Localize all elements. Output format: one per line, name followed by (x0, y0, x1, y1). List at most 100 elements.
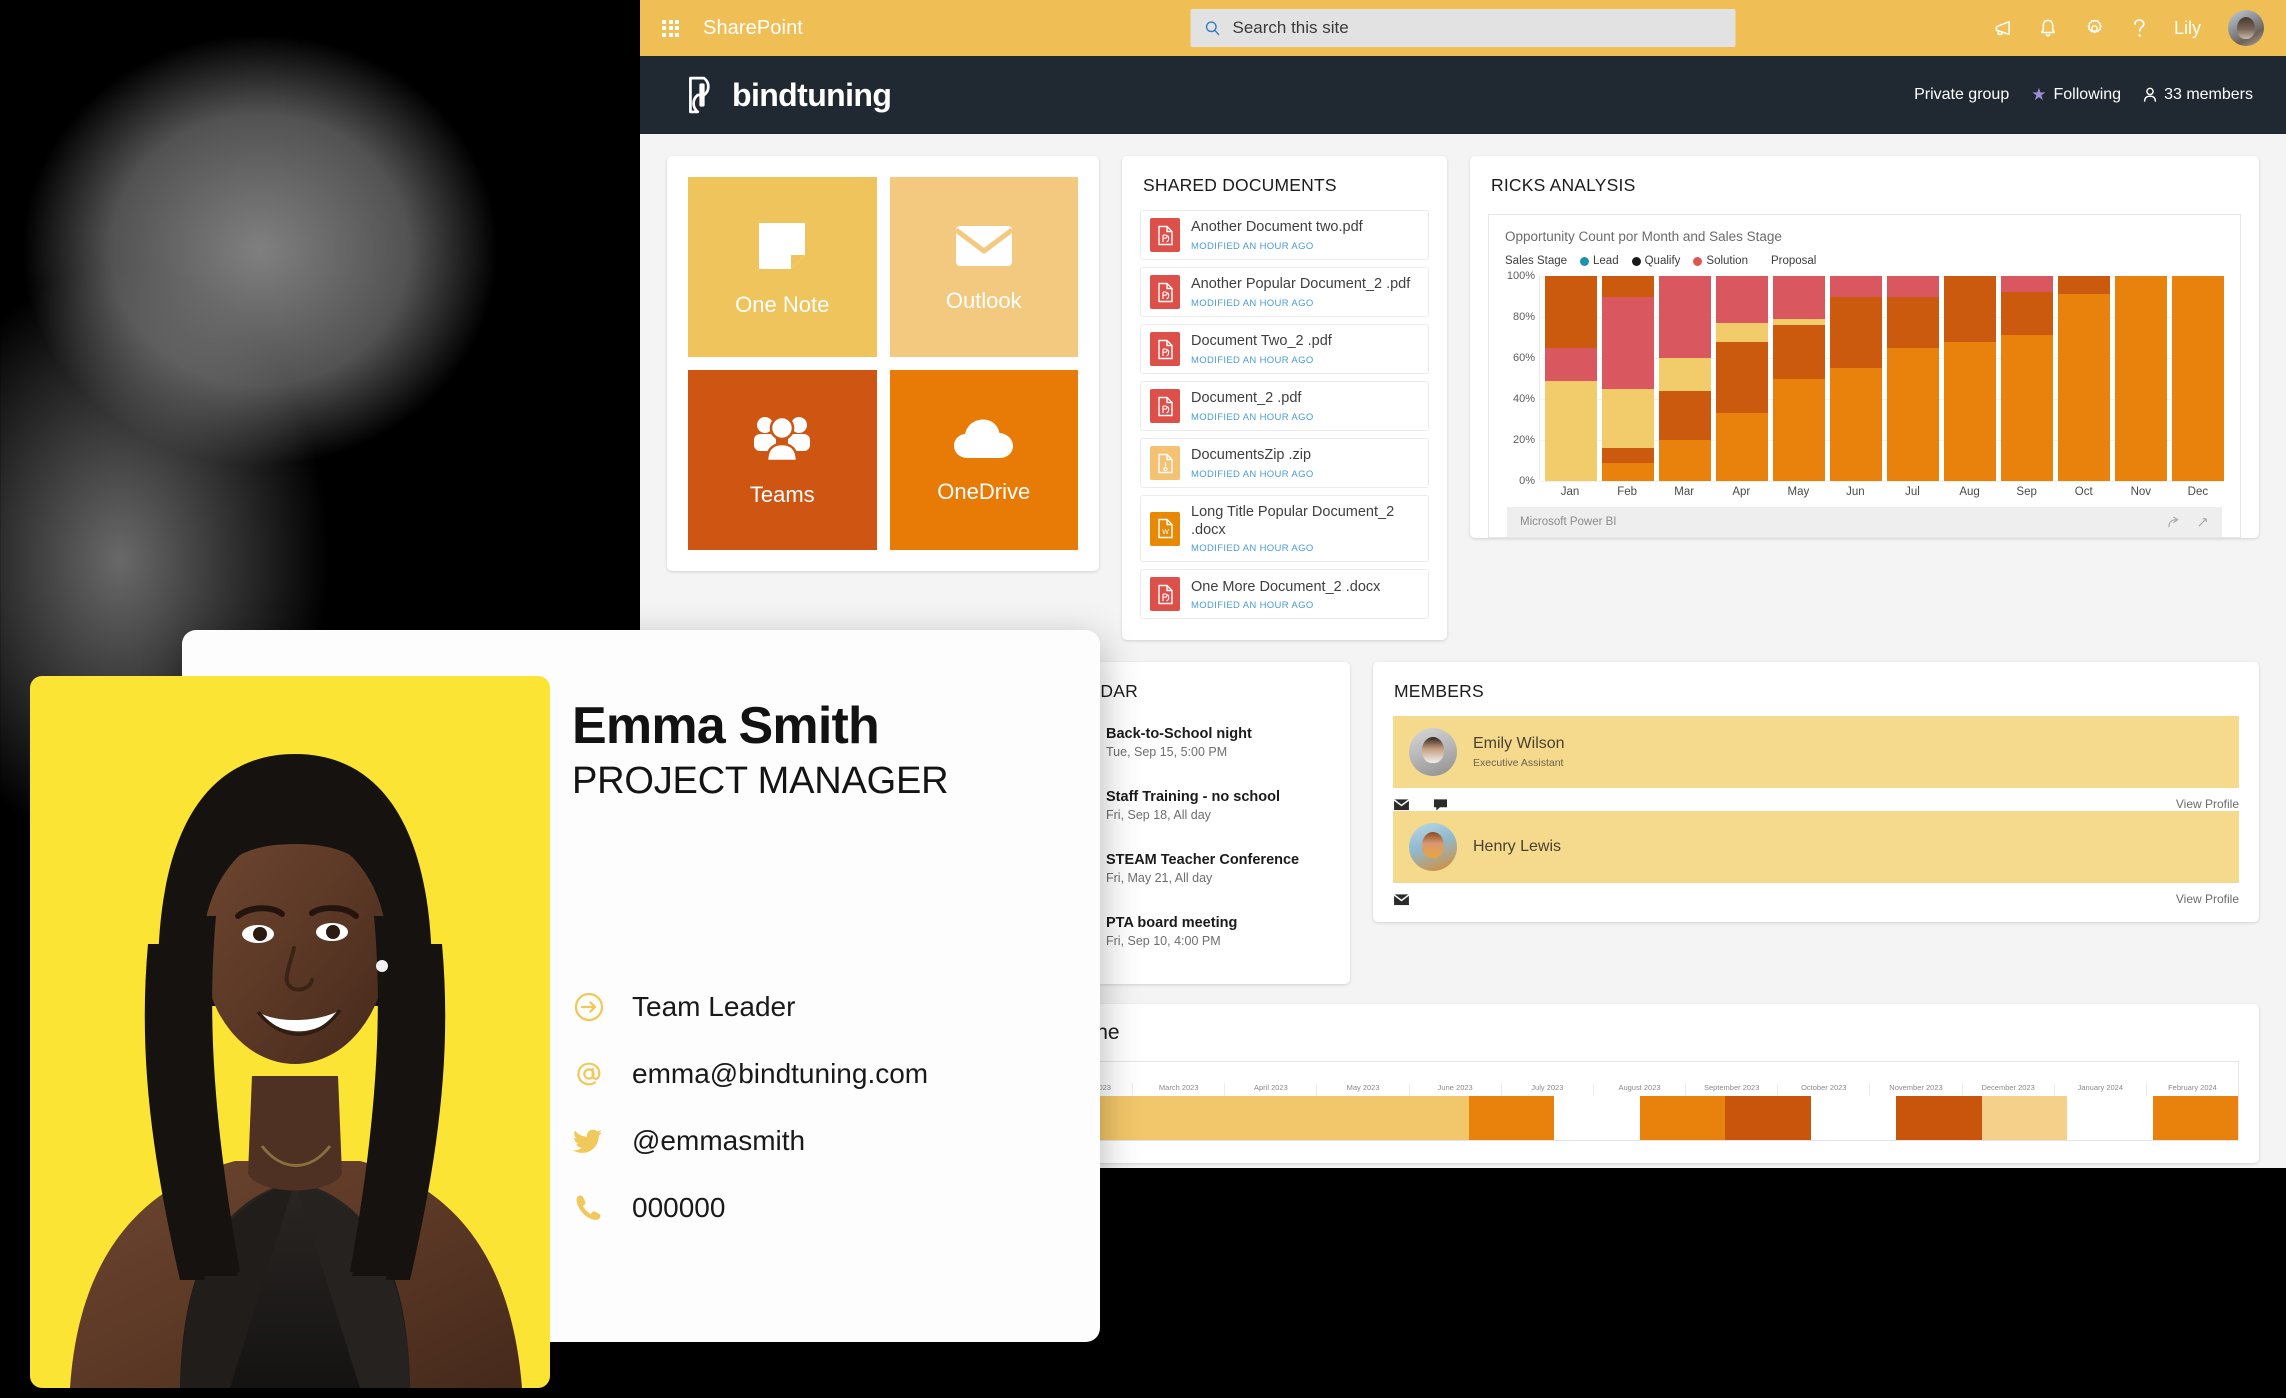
document-row[interactable]: Document_2 .pdf MODIFIED AN HOUR AGO (1140, 381, 1429, 431)
privacy-text: Private group (1914, 86, 2010, 103)
calendar-event-datetime: Fri, Sep 18, All day (1106, 807, 1211, 822)
document-row[interactable]: Another Popular Document_2 .pdf MODIFIED … (1140, 267, 1429, 317)
x-tick-label: Dec (2187, 486, 2209, 498)
chart-bar[interactable] (2115, 276, 2167, 481)
ricks-analysis-panel: RICKS ANALYSIS Opportunity Count por Mon… (1470, 156, 2259, 538)
document-row[interactable]: Document Two_2 .pdf MODIFIED AN HOUR AGO (1140, 324, 1429, 374)
legend-label: Solution (1706, 255, 1748, 267)
user-name-label[interactable]: Lily (2174, 18, 2201, 39)
y-tick-label: 40% (1512, 393, 1535, 405)
avatar[interactable] (2228, 10, 2264, 46)
chart-bar-segment (1659, 440, 1711, 481)
member-card[interactable]: Emily Wilson Executive Assistant (1393, 716, 2239, 789)
brand-logo[interactable]: bindtuning (684, 75, 892, 115)
document-row[interactable]: One More Document_2 .docx MODIFIED AN HOU… (1140, 569, 1429, 620)
chart-bar-segment (2115, 276, 2167, 481)
legend-label: Lead (1593, 255, 1619, 267)
following-button[interactable]: ★ Following (2031, 85, 2121, 105)
timeline-bar-segment (2152, 1096, 2238, 1141)
document-row[interactable]: DocumentsZip .zip MODIFIED AN HOUR AGO (1140, 438, 1429, 488)
timeline-bar-segment (1725, 1096, 1811, 1141)
chart-bar[interactable] (1944, 276, 1996, 481)
chart-bar-segment (2001, 276, 2053, 293)
chart-bar[interactable] (2058, 276, 2110, 481)
legend-item[interactable]: Lead (1580, 255, 1619, 267)
chart-bar[interactable] (1659, 276, 1711, 481)
chart-bar-segment (1602, 296, 1654, 389)
member-card[interactable]: Henry Lewis (1393, 811, 2239, 884)
legend-item[interactable]: Solution (1693, 255, 1748, 267)
chart-bar-segment (1944, 276, 1996, 342)
timeline-bar-segment (1896, 1096, 1982, 1141)
chat-icon[interactable] (1432, 798, 1449, 811)
document-row[interactable]: W Long Title Popular Document_2 .docx MODI… (1140, 495, 1429, 563)
app-tile-outlook[interactable]: Outlook (889, 177, 1078, 357)
app-tile-teams[interactable]: Teams (688, 370, 877, 550)
app-tile-onedrive[interactable]: OneDrive (889, 370, 1078, 550)
view-profile-link[interactable]: View Profile (2176, 797, 2239, 811)
chart-legend: Sales Stage Lead Qualify Solution Proposal (1505, 255, 2224, 267)
expand-icon[interactable] (2196, 516, 2209, 529)
app-tile-one-note[interactable]: One Note (688, 177, 877, 357)
member-role: Executive Assistant (1473, 757, 1564, 770)
timeline-months: February 2023March 2023April 2023May 202… (1041, 1062, 2238, 1097)
contact-row[interactable]: 000000 (572, 1191, 928, 1225)
calendar-event-title: Back-to-School night (1106, 725, 1252, 742)
waffle-icon[interactable] (662, 19, 679, 37)
contact-row[interactable]: @emmasmith (572, 1124, 928, 1158)
contact-value: Team Leader (632, 991, 796, 1022)
powerbi-label: Microsoft Power BI (1520, 516, 1617, 528)
legend-dot (1631, 256, 1641, 266)
chart-bar-segment (1545, 380, 1597, 481)
chart-bar[interactable] (2172, 276, 2224, 481)
chart-bar[interactable] (1773, 276, 1825, 481)
pdf-file-icon (1150, 218, 1180, 252)
members-count-button[interactable]: 33 members (2143, 86, 2253, 104)
x-tick-label: Oct (2074, 486, 2093, 498)
share-icon[interactable] (2167, 515, 2180, 529)
app-tile-label: OneDrive (937, 478, 1031, 504)
chart-bar-segment (1773, 276, 1825, 320)
chart-bar-segment (1887, 276, 1939, 297)
calendar-event-datetime: Fri, Sep 10, 4:00 PM (1106, 933, 1221, 948)
timeline-bar-segment (2067, 1096, 2153, 1141)
privacy-label: Private group (1914, 86, 2009, 104)
member-name: Henry Lewis (1473, 838, 1562, 856)
document-name: Long Title Popular Document_2 .docx (1191, 504, 1395, 539)
timeline-bars (1041, 1096, 2238, 1141)
contact-row[interactable]: emma@bindtuning.com (572, 1057, 928, 1091)
legend-item[interactable]: Qualify (1631, 255, 1680, 267)
chart-bar-segment (1887, 296, 1939, 348)
megaphone-icon[interactable] (1990, 19, 2012, 37)
app-tile-label: One Note (735, 291, 830, 317)
app-tiles-panel: One Note Outlook Teams OneDrive (667, 156, 1099, 571)
document-row[interactable]: Another Document two.pdf MODIFIED AN HOUR… (1140, 210, 1429, 260)
help-icon[interactable] (2132, 18, 2147, 39)
arrow-circle-icon (572, 990, 606, 1024)
svg-text:W: W (1162, 529, 1169, 536)
document-modified: MODIFIED AN HOUR AGO (1191, 297, 1314, 309)
chart-bar[interactable] (2001, 276, 2053, 481)
x-tick-label: May (1787, 486, 1810, 498)
chart-bar[interactable] (1716, 276, 1768, 481)
legend-title: Sales Stage (1505, 255, 1568, 267)
contact-value: emma@bindtuning.com (632, 1058, 929, 1089)
chart-bar[interactable] (1887, 276, 1939, 481)
legend-dot (1580, 256, 1590, 266)
chart-bar[interactable] (1545, 276, 1597, 481)
mail-icon[interactable] (1393, 798, 1410, 811)
chart-bar[interactable] (1602, 276, 1654, 481)
gear-icon[interactable] (2084, 18, 2105, 39)
x-tick-label: Nov (2130, 486, 2152, 498)
view-profile-link[interactable]: View Profile (2176, 892, 2239, 906)
mail-icon[interactable] (1393, 893, 1410, 906)
chart-bar[interactable] (1830, 276, 1882, 481)
y-tick-label: 20% (1512, 434, 1535, 446)
search-input[interactable]: Search this site (1190, 9, 1736, 47)
legend-item[interactable]: Proposal (1771, 255, 1816, 267)
sharepoint-label[interactable]: SharePoint (703, 17, 803, 40)
timeline-panel: Timeline February 2023March 2023April 20… (1020, 1004, 2259, 1164)
bell-icon[interactable] (2039, 18, 2057, 38)
document-name: One More Document_2 .docx (1191, 578, 1381, 595)
contact-row[interactable]: Team Leader (572, 990, 928, 1024)
